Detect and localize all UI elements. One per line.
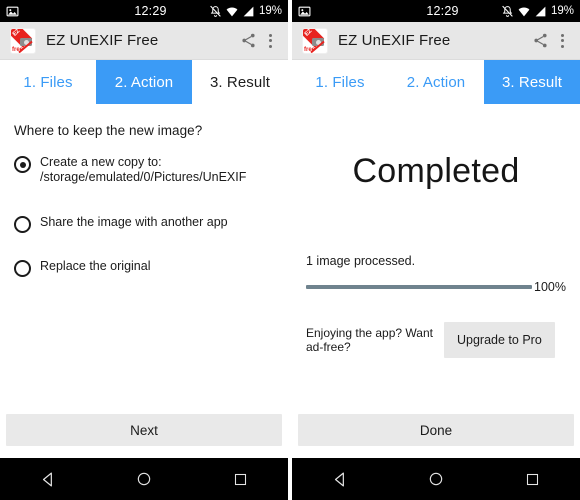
wifi-icon <box>225 5 239 18</box>
app-title: EZ UnEXIF Free <box>46 32 159 49</box>
screenshot-root: 12:29 19% EZ free EZ UnEXIF Free 1. File… <box>0 0 580 500</box>
share-icon[interactable] <box>234 32 263 49</box>
status-bar-indicators: 19% <box>459 5 574 18</box>
radio-option-label: Create a new copy to: /storage/emulated/… <box>40 155 247 184</box>
progress-bar: 100% <box>306 280 566 294</box>
step-tabs: 1. Files 2. Action 3. Result <box>0 60 288 104</box>
radio-button-icon[interactable] <box>14 216 31 233</box>
next-button[interactable]: Next <box>6 414 282 446</box>
app-logo-free-text: free <box>304 46 316 53</box>
tab-result[interactable]: 3. Result <box>484 60 580 104</box>
wifi-icon <box>517 5 531 18</box>
back-triangle-icon[interactable] <box>317 458 363 500</box>
signal-icon <box>242 5 255 18</box>
app-logo-icon: EZ free <box>10 27 36 54</box>
overflow-menu-icon[interactable] <box>263 33 278 48</box>
battery-percent: 19% <box>550 5 574 17</box>
action-content: Where to keep the new image? Create a ne… <box>0 104 288 458</box>
step-tabs: 1. Files 2. Action 3. Result <box>292 60 580 104</box>
radio-option-replace[interactable]: Replace the original <box>14 259 274 277</box>
page-title: Where to keep the new image? <box>14 123 203 138</box>
destination-radio-group: Create a new copy to: /storage/emulated/… <box>14 155 274 277</box>
phone-screen-result: 12:29 19% EZ free EZ UnEXIF Free 1. File… <box>292 0 580 500</box>
overflow-menu-icon[interactable] <box>555 33 570 48</box>
app-title: EZ UnEXIF Free <box>338 32 451 49</box>
status-bar-notifications <box>6 5 19 18</box>
status-bar-notifications <box>298 5 311 18</box>
app-logo-icon: EZ free <box>302 27 328 54</box>
radio-option-label: Replace the original <box>40 259 151 273</box>
photo-icon <box>6 5 19 18</box>
result-content: Completed 1 image processed. 100% Enjoyi… <box>292 104 580 458</box>
action-bar: EZ free EZ UnEXIF Free <box>0 22 288 60</box>
status-bar-time: 12:29 <box>426 4 459 18</box>
upgrade-promo: Enjoying the app? Want ad-free? Upgrade … <box>306 322 566 358</box>
signal-icon <box>534 5 547 18</box>
radio-option-share[interactable]: Share the image with another app <box>14 215 274 233</box>
recents-square-icon[interactable] <box>217 458 263 500</box>
radio-option-label: Share the image with another app <box>40 215 228 229</box>
action-bar: EZ free EZ UnEXIF Free <box>292 22 580 60</box>
radio-option-new-copy[interactable]: Create a new copy to: /storage/emulated/… <box>14 155 274 185</box>
radio-button-selected-icon[interactable] <box>14 156 31 173</box>
status-bar: 12:29 19% <box>292 0 580 22</box>
home-circle-icon[interactable] <box>121 458 167 500</box>
android-nav-bar <box>292 458 580 500</box>
home-circle-icon[interactable] <box>413 458 459 500</box>
tab-files[interactable]: 1. Files <box>292 60 388 104</box>
silent-bell-icon <box>501 5 514 18</box>
status-bar-time: 12:29 <box>134 4 167 18</box>
progress-fill <box>306 285 533 289</box>
photo-icon <box>298 5 311 18</box>
android-nav-bar <box>0 458 288 500</box>
back-triangle-icon[interactable] <box>25 458 71 500</box>
tab-result[interactable]: 3. Result <box>192 60 288 104</box>
tab-action[interactable]: 2. Action <box>388 60 484 104</box>
phone-screen-action: 12:29 19% EZ free EZ UnEXIF Free 1. File… <box>0 0 288 500</box>
processed-count-text: 1 image processed. <box>306 254 416 268</box>
silent-bell-icon <box>209 5 222 18</box>
share-icon[interactable] <box>526 32 555 49</box>
result-headline: Completed <box>352 152 520 190</box>
app-logo-free-text: free <box>12 46 24 53</box>
progress-percent-label: 100% <box>534 280 566 294</box>
battery-percent: 19% <box>258 5 282 17</box>
status-bar-indicators: 19% <box>167 5 282 18</box>
upgrade-to-pro-button[interactable]: Upgrade to Pro <box>444 322 555 358</box>
radio-button-icon[interactable] <box>14 260 31 277</box>
recents-square-icon[interactable] <box>509 458 555 500</box>
promo-text: Enjoying the app? Want ad-free? <box>306 326 433 354</box>
tab-action[interactable]: 2. Action <box>96 60 192 104</box>
status-bar: 12:29 19% <box>0 0 288 22</box>
tab-files[interactable]: 1. Files <box>0 60 96 104</box>
done-button[interactable]: Done <box>298 414 574 446</box>
